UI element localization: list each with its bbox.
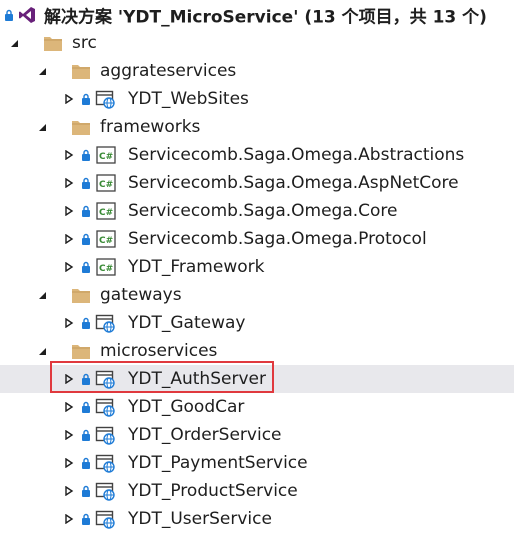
triangle-right-icon[interactable] bbox=[64, 234, 74, 244]
folder-icon bbox=[71, 118, 91, 136]
tree-item-gateway[interactable]: YDT_Gateway bbox=[0, 309, 514, 337]
web-project-icon bbox=[95, 397, 117, 417]
triangle-right-icon[interactable] bbox=[64, 94, 74, 104]
triangle-right-icon[interactable] bbox=[64, 430, 74, 440]
lock-icon bbox=[81, 317, 91, 329]
folder-icon bbox=[71, 286, 91, 304]
csharp-project-icon: C# bbox=[96, 258, 116, 276]
tree-item-label: src bbox=[72, 33, 97, 53]
folder-icon bbox=[71, 62, 91, 80]
lock-icon bbox=[81, 261, 91, 273]
solution-row[interactable]: 解决方案 'YDT_MicroService' (13 个项目，共 13 个) bbox=[0, 1, 514, 29]
svg-text:C#: C# bbox=[99, 264, 113, 274]
tree-item-label: YDT_ProductService bbox=[128, 481, 298, 501]
folder-icon bbox=[43, 34, 63, 52]
highlight-box bbox=[50, 361, 274, 393]
tree-item-label: gateways bbox=[100, 285, 182, 305]
triangle-right-icon[interactable] bbox=[64, 486, 74, 496]
web-project-icon bbox=[95, 481, 117, 501]
lock-icon bbox=[81, 513, 91, 525]
svg-text:C#: C# bbox=[99, 208, 113, 218]
triangle-right-icon[interactable] bbox=[64, 206, 74, 216]
tree-item-websites[interactable]: YDT_WebSites bbox=[0, 85, 514, 113]
tree-item-orderservice[interactable]: YDT_OrderService bbox=[0, 421, 514, 449]
tree-item-label: Servicecomb.Saga.Omega.Core bbox=[128, 201, 398, 221]
lock-icon bbox=[81, 177, 91, 189]
tree-item-label: Servicecomb.Saga.Omega.AspNetCore bbox=[128, 173, 459, 193]
tree-item-aspnetcore[interactable]: C# Servicecomb.Saga.Omega.AspNetCore bbox=[0, 169, 514, 197]
tree-item-label: YDT_UserService bbox=[128, 509, 272, 529]
triangle-right-icon[interactable] bbox=[64, 262, 74, 272]
folder-icon bbox=[71, 342, 91, 360]
tree-item-protocol[interactable]: C# Servicecomb.Saga.Omega.Protocol bbox=[0, 225, 514, 253]
triangle-right-icon[interactable] bbox=[64, 150, 74, 160]
visual-studio-icon bbox=[18, 6, 36, 24]
lock-icon bbox=[81, 205, 91, 217]
csharp-project-icon: C# bbox=[96, 174, 116, 192]
lock-icon bbox=[81, 429, 91, 441]
csharp-project-icon: C# bbox=[96, 146, 116, 164]
tree-item-label: YDT_WebSites bbox=[128, 89, 249, 109]
web-project-icon bbox=[95, 509, 117, 529]
tree-item-label: aggrateservices bbox=[100, 61, 237, 81]
lock-icon bbox=[81, 457, 91, 469]
tree-item-label: YDT_GoodCar bbox=[128, 397, 245, 417]
tree-item-paymentservice[interactable]: YDT_PaymentService bbox=[0, 449, 514, 477]
svg-text:C#: C# bbox=[99, 180, 113, 190]
lock-icon bbox=[81, 233, 91, 245]
tree-item-core[interactable]: C# Servicecomb.Saga.Omega.Core bbox=[0, 197, 514, 225]
triangle-down-icon[interactable] bbox=[37, 122, 47, 132]
tree-item-label: microservices bbox=[100, 341, 218, 361]
triangle-down-icon[interactable] bbox=[37, 290, 47, 300]
tree-item-productservice[interactable]: YDT_ProductService bbox=[0, 477, 514, 505]
tree-item-aggrateservices[interactable]: aggrateservices bbox=[0, 57, 514, 85]
lock-icon bbox=[81, 401, 91, 413]
tree-item-label: YDT_OrderService bbox=[128, 425, 282, 445]
tree-item-label: YDT_Framework bbox=[128, 257, 265, 277]
tree-item-label: YDT_PaymentService bbox=[128, 453, 308, 473]
lock-icon bbox=[81, 485, 91, 497]
triangle-down-icon[interactable] bbox=[37, 346, 47, 356]
tree-item-label: Servicecomb.Saga.Omega.Abstractions bbox=[128, 145, 465, 165]
web-project-icon bbox=[95, 313, 117, 333]
web-project-icon bbox=[95, 453, 117, 473]
tree-item-label: Servicecomb.Saga.Omega.Protocol bbox=[128, 229, 427, 249]
tree-item-abstractions[interactable]: C# Servicecomb.Saga.Omega.Abstractions bbox=[0, 141, 514, 169]
tree-item-userservice[interactable]: YDT_UserService bbox=[0, 505, 514, 533]
tree-item-label: YDT_Gateway bbox=[128, 313, 246, 333]
csharp-project-icon: C# bbox=[96, 202, 116, 220]
tree-item-framework[interactable]: C# YDT_Framework bbox=[0, 253, 514, 281]
triangle-right-icon[interactable] bbox=[64, 318, 74, 328]
tree-item-goodcar[interactable]: YDT_GoodCar bbox=[0, 393, 514, 421]
tree-item-label: frameworks bbox=[100, 117, 201, 137]
web-project-icon bbox=[95, 89, 117, 109]
triangle-right-icon[interactable] bbox=[64, 402, 74, 412]
web-project-icon bbox=[95, 425, 117, 445]
triangle-down-icon[interactable] bbox=[9, 38, 19, 48]
tree-item-gateways[interactable]: gateways bbox=[0, 281, 514, 309]
csharp-project-icon: C# bbox=[96, 230, 116, 248]
svg-text:C#: C# bbox=[99, 152, 113, 162]
triangle-right-icon[interactable] bbox=[64, 514, 74, 524]
lock-icon bbox=[81, 93, 91, 105]
triangle-right-icon[interactable] bbox=[64, 178, 74, 188]
lock-icon bbox=[81, 149, 91, 161]
triangle-right-icon[interactable] bbox=[64, 458, 74, 468]
tree-item-src[interactable]: src bbox=[0, 29, 514, 57]
svg-text:C#: C# bbox=[99, 236, 113, 246]
triangle-down-icon[interactable] bbox=[37, 66, 47, 76]
tree-item-frameworks[interactable]: frameworks bbox=[0, 113, 514, 141]
lock-icon bbox=[4, 9, 14, 21]
solution-label: 解决方案 'YDT_MicroService' (13 个项目，共 13 个) bbox=[44, 7, 487, 28]
